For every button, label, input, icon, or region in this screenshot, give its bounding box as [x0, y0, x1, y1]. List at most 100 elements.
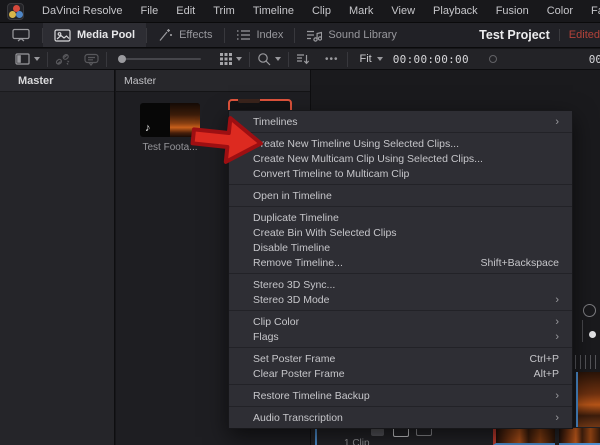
- sort-icon: [296, 53, 310, 65]
- usage-comment-button[interactable]: [77, 53, 106, 66]
- thumbnail-notch: [238, 99, 260, 103]
- menu-separator: [229, 406, 572, 407]
- bin-tree-root-master[interactable]: Master: [0, 70, 114, 92]
- menu-file[interactable]: File: [132, 0, 168, 22]
- dual-monitor-toggle-button[interactable]: [0, 23, 42, 47]
- menu-item-label: Clip Color: [253, 316, 555, 328]
- sound-library-button[interactable]: Sound Library: [295, 23, 408, 47]
- context-item-disable-timeline[interactable]: Disable Timeline: [229, 240, 572, 255]
- context-item-clear-poster-frame[interactable]: Clear Poster Frame Alt+P: [229, 366, 572, 381]
- menu-item-label: Clear Poster Frame: [253, 368, 534, 380]
- context-item-stereo-3d-mode[interactable]: Stereo 3D Mode ›: [229, 292, 572, 307]
- project-info: Test Project Edited: [479, 28, 600, 42]
- davinci-resolve-logo-icon: [7, 3, 24, 20]
- grid-view-button[interactable]: [213, 53, 249, 65]
- menu-item-label: Timelines: [253, 116, 555, 128]
- broken-link-icon: [55, 53, 70, 66]
- sidebar-panel-icon: [15, 53, 30, 65]
- bin-sidebar: Master: [0, 70, 115, 445]
- submenu-arrow-icon: ›: [555, 317, 559, 327]
- submenu-arrow-icon: ›: [555, 117, 559, 127]
- playhead-line: [582, 320, 583, 342]
- app-menubar: DaVinci Resolve File Edit Trim Timeline …: [0, 0, 600, 23]
- grid-view-icon: [220, 53, 232, 65]
- effects-wand-icon: [158, 28, 173, 42]
- menu-item-label: Disable Timeline: [253, 242, 559, 254]
- menu-item-label: Stereo 3D Sync...: [253, 279, 559, 291]
- sound-library-label: Sound Library: [328, 29, 397, 41]
- menu-timeline[interactable]: Timeline: [244, 0, 303, 22]
- davinci-resolve-window: DaVinci Resolve File Edit Trim Timeline …: [0, 0, 600, 445]
- context-item-restore-timeline-backup[interactable]: Restore Timeline Backup ›: [229, 388, 572, 403]
- thumbnail-size-slider[interactable]: [119, 58, 201, 60]
- context-item-audio-transcription[interactable]: Audio Transcription ›: [229, 410, 572, 425]
- transport-control-icon[interactable]: [583, 304, 596, 317]
- menu-fairlight[interactable]: Fairlight: [582, 0, 600, 22]
- timeline-video-clip[interactable]: [559, 428, 600, 445]
- media-pool-label: Media Pool: [77, 29, 135, 41]
- context-item-duplicate-timeline[interactable]: Duplicate Timeline: [229, 210, 572, 225]
- effects-button[interactable]: Effects: [147, 23, 223, 47]
- menu-mark[interactable]: Mark: [340, 0, 382, 22]
- context-item-create-new-multicam[interactable]: Create New Multicam Clip Using Selected …: [229, 151, 572, 166]
- menu-item-label: Audio Transcription: [253, 412, 555, 424]
- clip-badge-icon: [371, 428, 384, 436]
- viewer-timecode: 00:00:00:00: [383, 53, 479, 66]
- menu-item-label: Restore Timeline Backup: [253, 390, 555, 402]
- context-item-convert-to-multicam[interactable]: Convert Timeline to Multicam Clip: [229, 166, 572, 181]
- more-options-button[interactable]: •••: [317, 54, 347, 65]
- jog-knob-icon[interactable]: [589, 331, 596, 338]
- menu-playback[interactable]: Playback: [424, 0, 487, 22]
- audio-note-icon: ♪: [145, 122, 151, 134]
- menu-view[interactable]: View: [382, 0, 424, 22]
- speech-bubble-icon: [84, 53, 99, 66]
- index-button[interactable]: Index: [225, 23, 295, 47]
- annotation-arrow-icon: [187, 108, 269, 174]
- menu-edit[interactable]: Edit: [167, 0, 204, 22]
- menu-separator: [229, 384, 572, 385]
- search-icon: [257, 52, 271, 66]
- menu-trim[interactable]: Trim: [204, 0, 244, 22]
- menu-separator: [229, 310, 572, 311]
- timeline-ruler[interactable]: [575, 355, 600, 369]
- chevron-down-icon: [34, 57, 40, 61]
- context-item-remove-timeline[interactable]: Remove Timeline... Shift+Backspace: [229, 255, 572, 270]
- context-item-stereo-3d-sync[interactable]: Stereo 3D Sync...: [229, 277, 572, 292]
- chevron-down-icon: [236, 57, 242, 61]
- bin-view-toggle-button[interactable]: [8, 53, 47, 65]
- context-item-create-bin[interactable]: Create Bin With Selected Clips: [229, 225, 572, 240]
- relink-media-button[interactable]: [48, 53, 77, 66]
- menu-item-label: Duplicate Timeline: [253, 212, 559, 224]
- context-item-flags[interactable]: Flags ›: [229, 329, 572, 344]
- context-item-open-in-timeline[interactable]: Open in Timeline: [229, 188, 572, 203]
- menu-davinci-resolve[interactable]: DaVinci Resolve: [33, 0, 132, 22]
- media-pool-button[interactable]: Media Pool: [43, 23, 146, 47]
- context-item-timelines[interactable]: Timelines ›: [229, 114, 572, 129]
- clip-edge-marker: [315, 427, 317, 445]
- panel-toolbar: Media Pool Effects Index: [0, 23, 600, 48]
- context-item-clip-color[interactable]: Clip Color ›: [229, 314, 572, 329]
- menu-item-label: Stereo 3D Mode: [253, 294, 555, 306]
- right-timecode-clipped: 00: [589, 53, 600, 66]
- timeline-video-clip[interactable]: [493, 428, 555, 445]
- menu-separator: [229, 132, 572, 133]
- sort-button[interactable]: [289, 53, 317, 65]
- slider-knob[interactable]: [118, 55, 126, 63]
- menu-color[interactable]: Color: [538, 0, 582, 22]
- menu-item-label: Convert Timeline to Multicam Clip: [253, 168, 559, 180]
- context-item-set-poster-frame[interactable]: Set Poster Frame Ctrl+P: [229, 351, 572, 366]
- viewer-zoom-select[interactable]: Fit: [348, 53, 377, 65]
- clip-count-label: 1 Clip: [344, 438, 370, 445]
- submenu-arrow-icon: ›: [555, 391, 559, 401]
- menu-clip[interactable]: Clip: [303, 0, 340, 22]
- menu-separator: [229, 273, 572, 274]
- menu-fusion[interactable]: Fusion: [487, 0, 538, 22]
- timeline-context-menu: Timelines › Create New Timeline Using Se…: [228, 110, 573, 429]
- menu-item-label: Create Bin With Selected Clips: [253, 227, 559, 239]
- context-item-create-new-timeline[interactable]: Create New Timeline Using Selected Clips…: [229, 136, 572, 151]
- chevron-down-icon: [275, 57, 281, 61]
- menu-item-label: Create New Timeline Using Selected Clips…: [253, 138, 559, 150]
- search-button[interactable]: [250, 52, 288, 66]
- subtoolbar-divider: [106, 52, 107, 67]
- menu-separator: [229, 206, 572, 207]
